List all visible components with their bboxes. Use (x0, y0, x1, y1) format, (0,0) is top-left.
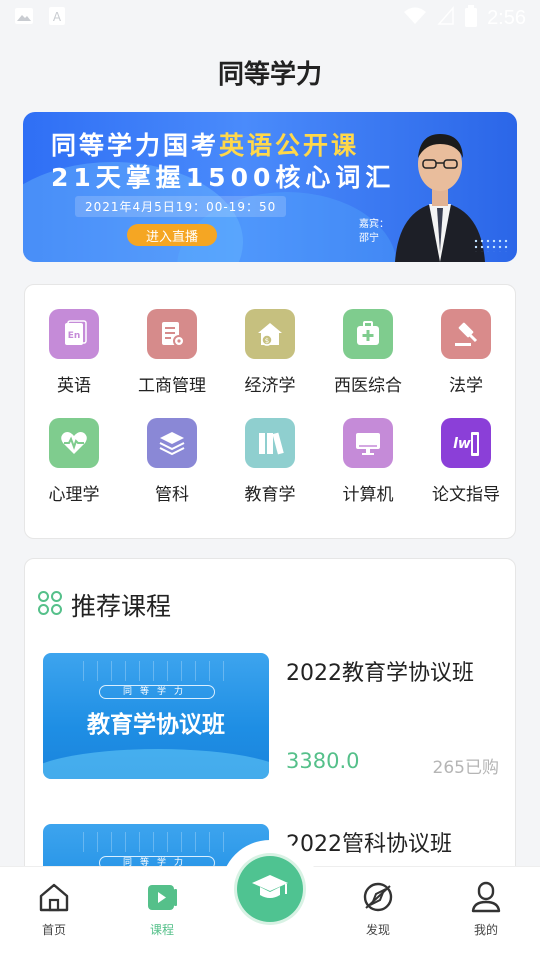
signal-icon (437, 6, 455, 30)
status-time: 2:56 (487, 6, 526, 29)
svg-text:En: En (68, 331, 81, 341)
document-gear-icon (147, 309, 197, 359)
video-play-icon (145, 881, 179, 917)
word-doc-icon: lw (441, 418, 491, 468)
banner-headline-highlight: 英语公开课 (219, 131, 360, 160)
enter-live-button[interactable]: 进入直播 (127, 224, 217, 246)
nav-label: 课程 (149, 923, 174, 937)
gavel-icon (441, 309, 491, 359)
category-label: 论文指导 (432, 485, 500, 505)
promo-banner[interactable]: 同等学力国考英语公开课 21天掌握1500核心词汇 2021年4月5日19：00… (23, 112, 517, 262)
category-label: 心理学 (48, 485, 100, 505)
recommend-header: 推荐课程 (37, 587, 171, 623)
category-law[interactable]: 法学 (417, 309, 515, 396)
center-study-button[interactable] (237, 856, 303, 922)
category-label: 计算机 (342, 485, 394, 505)
thumbnail-decoration (43, 749, 269, 779)
compass-icon (361, 881, 395, 917)
layers-icon (147, 418, 197, 468)
thumbnail-decoration (83, 832, 233, 852)
user-icon (469, 881, 503, 917)
category-computer[interactable]: 计算机 (319, 418, 417, 505)
banner-subheadline: 21天掌握1500核心词汇 (51, 163, 396, 192)
category-label: 工商管理 (138, 376, 206, 396)
battery-icon (465, 5, 478, 31)
svg-text:$: $ (265, 337, 269, 345)
thumbnail-tag: 同等学力 (99, 685, 215, 699)
nav-label: 我的 (473, 923, 498, 937)
nav-mine[interactable]: 我的 (446, 881, 526, 938)
category-card: En 英语 工商管理 $ 经济学 西医综合 法学 心理学 管科 教育学 计算机 … (24, 284, 516, 539)
course-price: 3380.0 (286, 749, 360, 773)
books-icon (245, 418, 295, 468)
category-psychology[interactable]: 心理学 (25, 418, 123, 505)
wifi-icon (403, 6, 427, 30)
page-title: 同等学力 (217, 59, 322, 90)
english-book-icon: En (49, 309, 99, 359)
category-management-science[interactable]: 管科 (123, 418, 221, 505)
course-name: 2022教育学协议班 (286, 661, 474, 686)
banner-date: 2021年4月5日19：00-19：50 (75, 196, 287, 217)
grid-clover-icon (37, 590, 63, 620)
svg-text:A: A (53, 10, 62, 24)
category-grid: En 英语 工商管理 $ 经济学 西医综合 法学 心理学 管科 教育学 计算机 … (25, 285, 515, 505)
category-english[interactable]: En 英语 (25, 309, 123, 396)
category-education[interactable]: 教育学 (221, 418, 319, 505)
nav-courses[interactable]: 课程 (122, 881, 202, 938)
category-label: 教育学 (244, 485, 296, 505)
banner-decoration (473, 238, 509, 252)
course-name: 2022管科协议班 (286, 832, 452, 857)
category-label: 法学 (449, 376, 483, 396)
nav-label: 发现 (365, 923, 390, 937)
course-item[interactable]: 同等学力 教育学协议班 2022教育学协议班 3380.0 265已购 (43, 653, 499, 779)
thumbnail-decoration (83, 661, 233, 681)
heart-pulse-icon (49, 418, 99, 468)
category-label: 英语 (57, 376, 91, 396)
category-label: 管科 (155, 485, 189, 505)
medical-kit-icon (343, 309, 393, 359)
status-bar: A 2:56 (0, 0, 540, 36)
nav-label: 首页 (41, 923, 66, 937)
category-medicine[interactable]: 西医综合 (319, 309, 417, 396)
svg-text:lw: lw (453, 436, 471, 452)
page-header: 同等学力 (0, 36, 540, 108)
image-notification-icon (14, 6, 34, 30)
course-thumbnail: 同等学力 教育学协议班 (43, 653, 269, 779)
nav-discover[interactable]: 发现 (338, 881, 418, 938)
course-sold-count: 265已购 (432, 758, 499, 778)
category-economics[interactable]: $ 经济学 (221, 309, 319, 396)
home-icon (37, 881, 71, 917)
graduation-cap-icon (250, 870, 290, 908)
nav-home[interactable]: 首页 (14, 881, 94, 938)
category-label: 西医综合 (334, 376, 402, 396)
recommend-title: 推荐课程 (71, 592, 172, 621)
house-coin-icon: $ (245, 309, 295, 359)
monitor-icon (343, 418, 393, 468)
category-thesis-guidance[interactable]: lw 论文指导 (417, 418, 515, 505)
app-notification-icon: A (48, 6, 66, 30)
banner-headline-part: 同等学力国考 (51, 131, 220, 160)
category-label: 经济学 (244, 376, 296, 396)
center-fab-container (221, 840, 319, 938)
thumbnail-title: 教育学协议班 (87, 712, 225, 738)
banner-headline: 同等学力国考英语公开课 (51, 126, 359, 162)
category-business[interactable]: 工商管理 (123, 309, 221, 396)
